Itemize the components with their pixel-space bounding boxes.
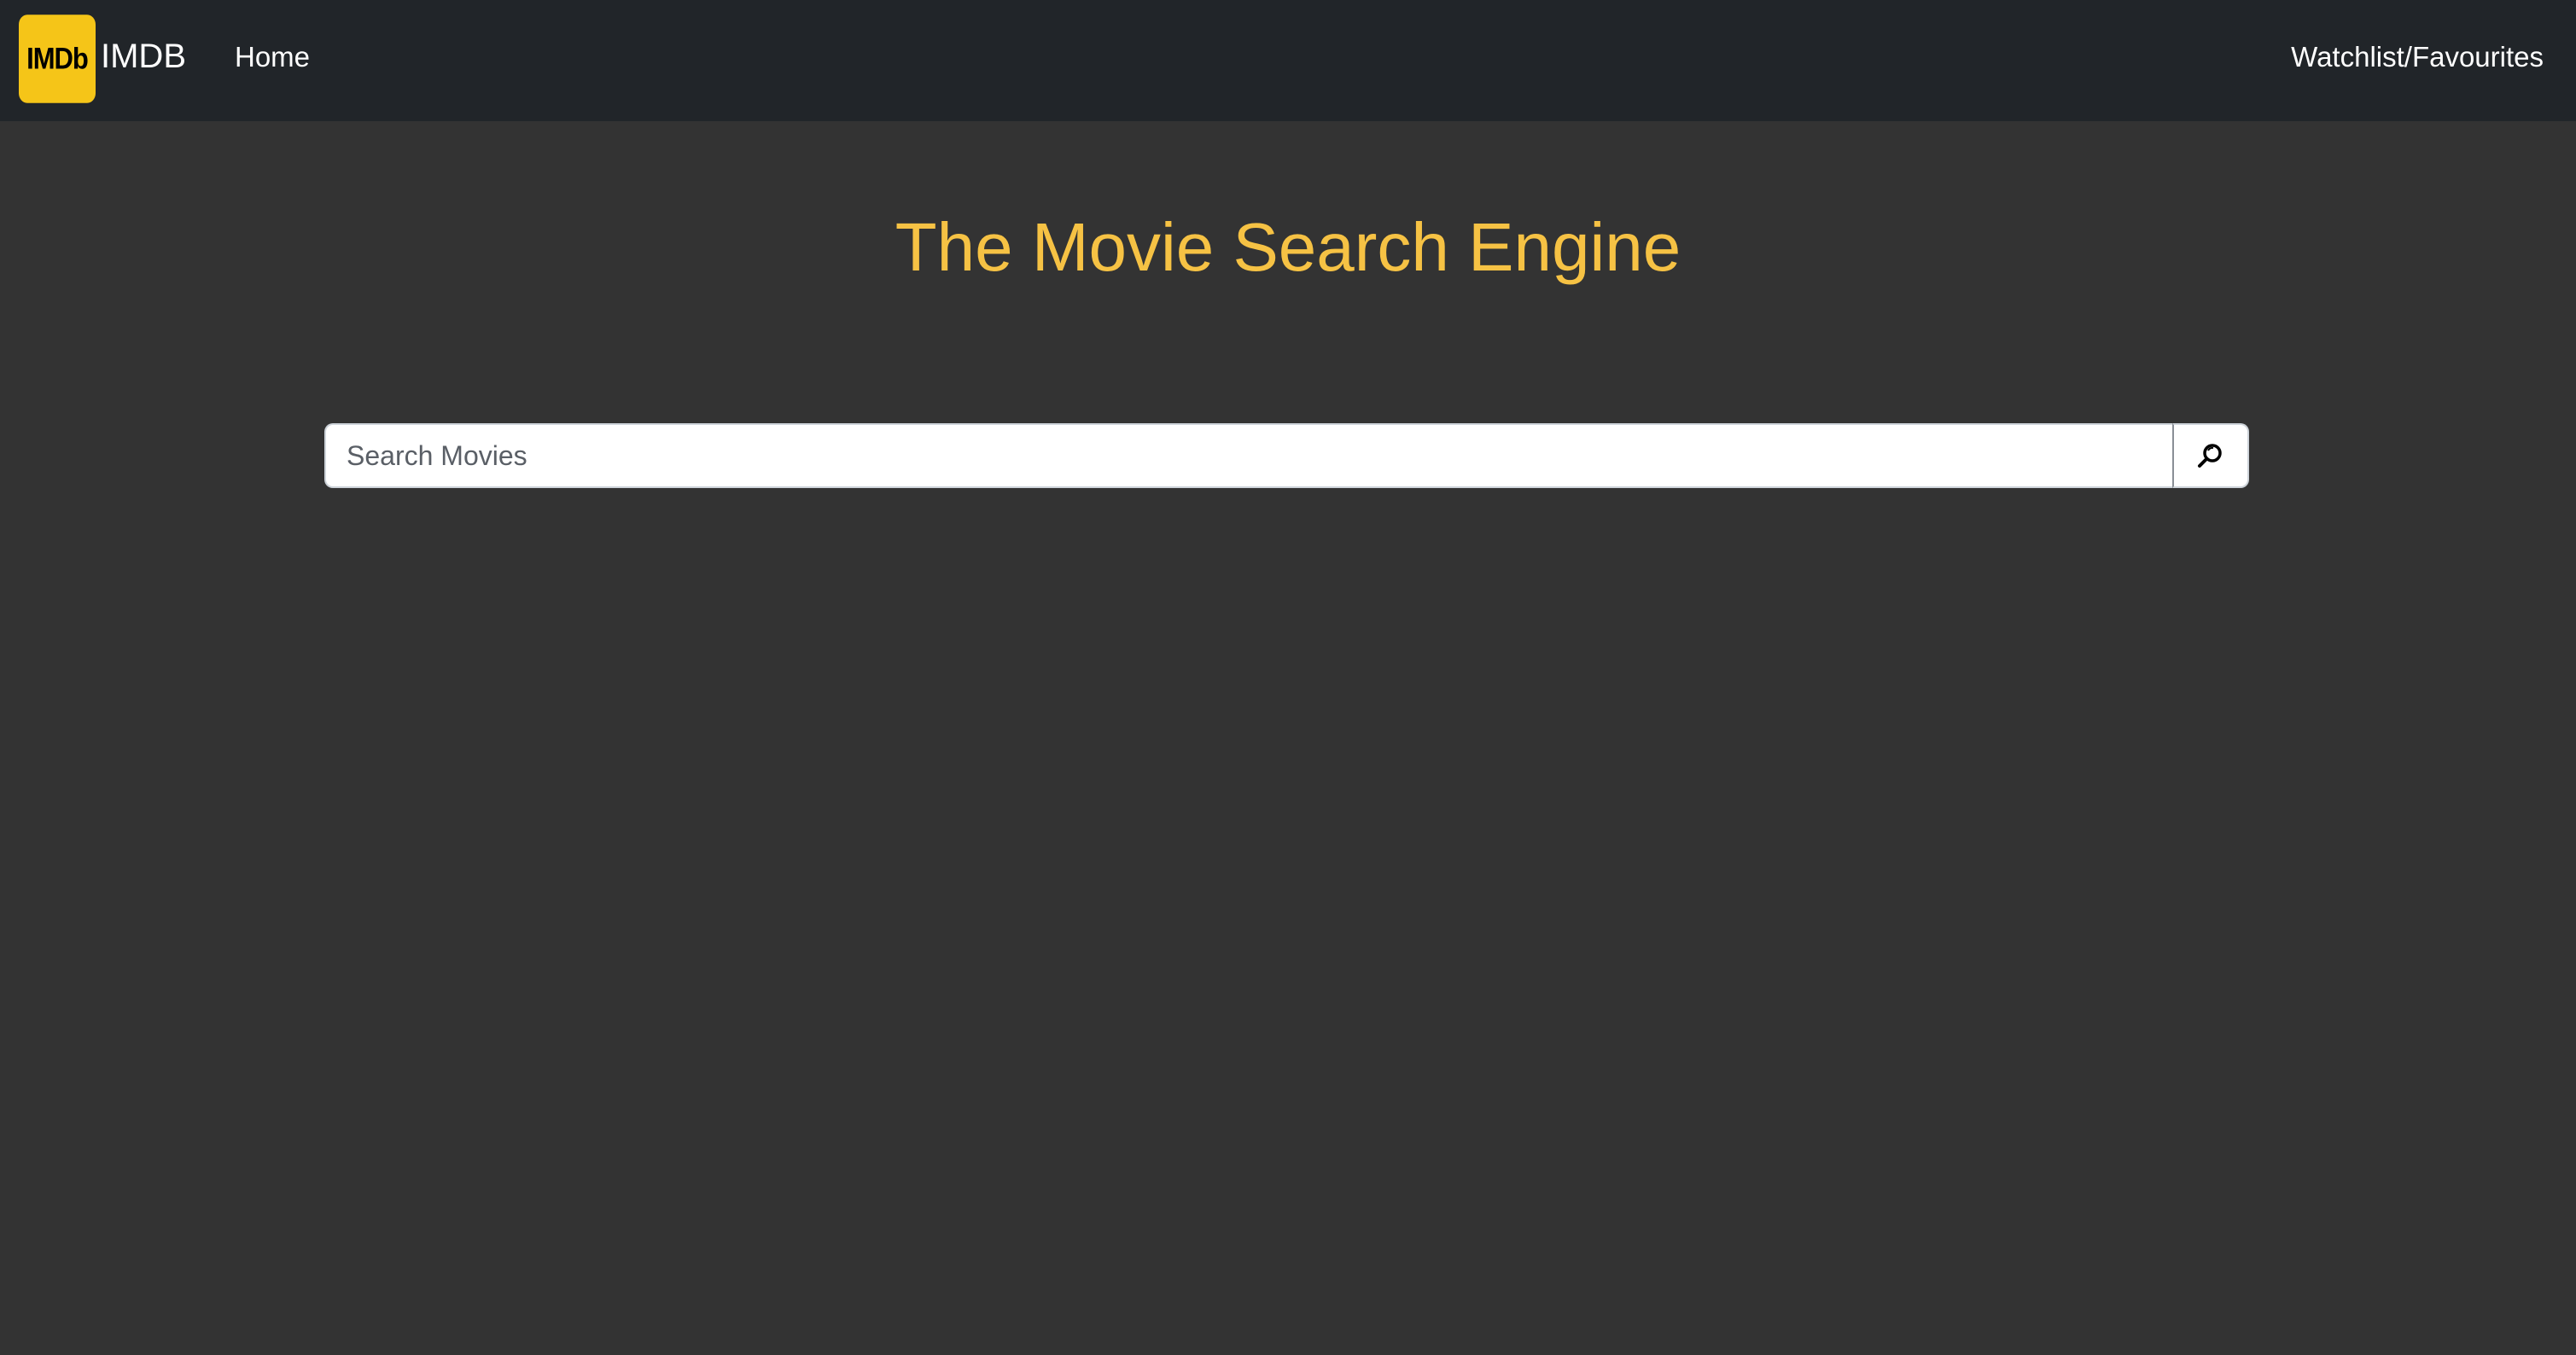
nav-link-watchlist[interactable]: Watchlist/Favourites [2291,41,2544,73]
navbar: IMDb IMDB Home Watchlist/Favourites [0,0,2576,121]
search-button[interactable] [2172,423,2249,488]
brand-text: IMDB [101,37,186,75]
search-input[interactable] [324,423,2172,488]
search-bar [324,423,2249,488]
search-icon [2198,444,2222,468]
brand-link[interactable]: IMDb IMDB [19,15,186,103]
nav-link-home[interactable]: Home [235,41,310,73]
page-title: The Movie Search Engine [895,209,1681,285]
imdb-logo: IMDb [19,15,96,103]
